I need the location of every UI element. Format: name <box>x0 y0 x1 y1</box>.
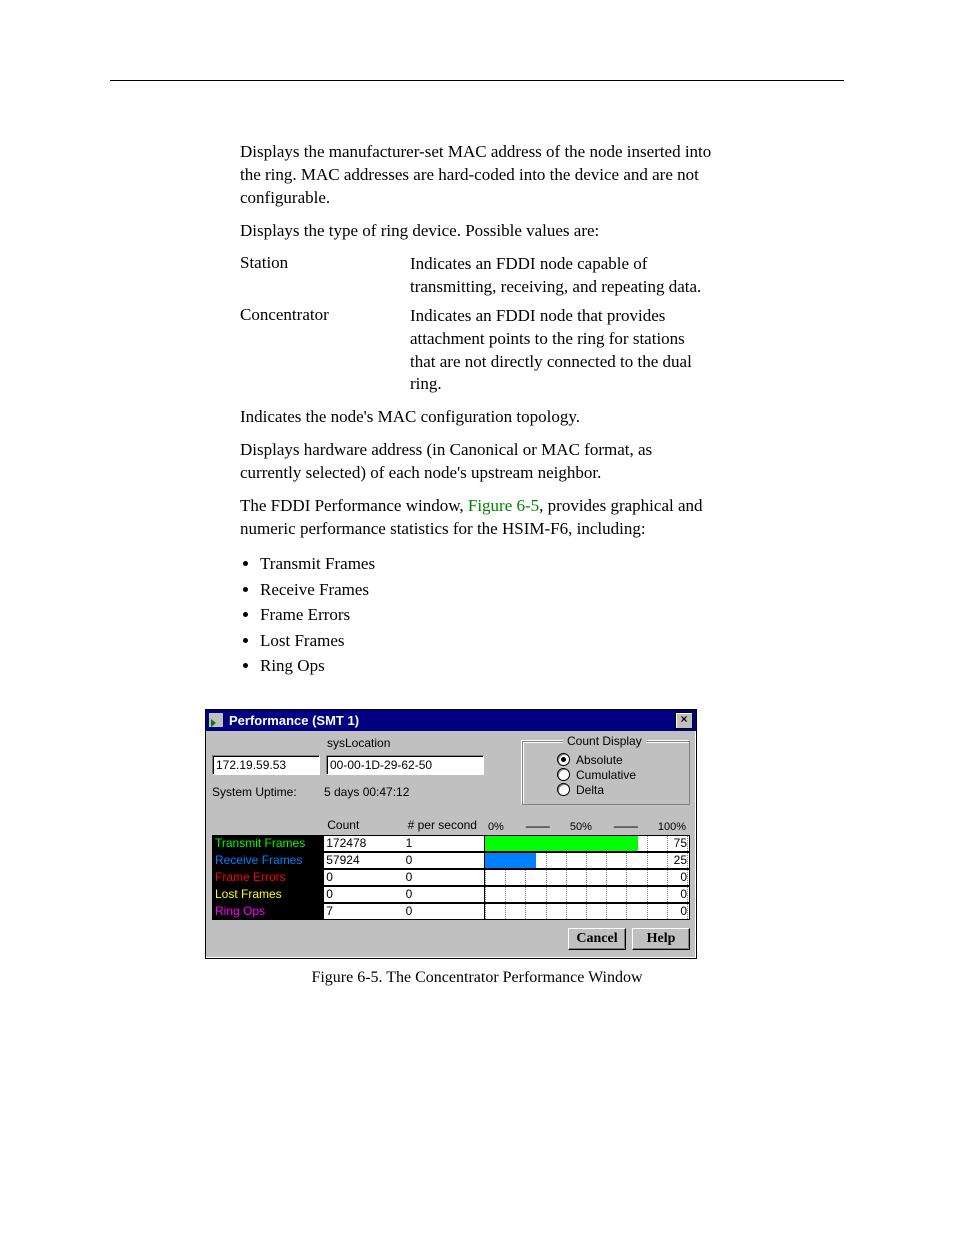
scale-50: 50% <box>570 821 592 833</box>
per-second-value: 1 <box>404 835 484 852</box>
syslocation-label: sysLocation <box>324 735 480 753</box>
table-row: Ring Ops700 <box>212 903 690 920</box>
perf-bullet-list: Transmit Frames Receive Frames Frame Err… <box>260 551 714 679</box>
scale-0: 0% <box>488 821 504 833</box>
bar-value: 25 <box>674 853 687 867</box>
row-label: Lost Frames <box>212 886 323 903</box>
header-rule <box>110 80 844 81</box>
titlebar[interactable]: Performance (SMT 1) × <box>206 710 696 731</box>
bar-chart: 25 <box>484 852 690 869</box>
per-second-value: 0 <box>404 903 484 920</box>
station-term: Station <box>240 253 410 299</box>
per-second-value: 0 <box>404 886 484 903</box>
mac-field[interactable]: 00-00-1D-29-62-50 <box>326 755 484 775</box>
count-value: 0 <box>323 869 403 886</box>
col-per-second: # per second <box>404 815 484 835</box>
radio-label: Cumulative <box>576 768 636 782</box>
per-second-value: 0 <box>404 852 484 869</box>
table-row: Transmit Frames1724781 75 <box>212 835 690 852</box>
row-label: Ring Ops <box>212 903 323 920</box>
row-label: Frame Errors <box>212 869 323 886</box>
bar-value: 0 <box>680 870 687 884</box>
bar-chart: 0 <box>484 869 690 886</box>
radio-icon[interactable] <box>557 768 570 781</box>
concentrator-body: Indicates an FDDI node that provides att… <box>410 305 714 397</box>
upstream-body: Displays hardware address (in Canonical … <box>240 439 714 485</box>
bar-value: 0 <box>680 887 687 901</box>
perf-body-part1: The FDDI Performance window, <box>240 496 468 515</box>
uptime-value: 5 days 00:47:12 <box>324 785 409 799</box>
window-title: Performance (SMT 1) <box>229 713 675 728</box>
topology-body: Indicates the node's MAC configuration t… <box>240 406 714 429</box>
syslocation-blank <box>212 735 318 753</box>
table-row: Lost Frames000 <box>212 886 690 903</box>
cancel-button[interactable]: Cancel <box>568 928 626 950</box>
count-value: 172478 <box>323 835 403 852</box>
list-item: Transmit Frames <box>260 551 714 577</box>
concentrator-term: Concentrator <box>240 305 410 397</box>
count-value: 0 <box>323 886 403 903</box>
performance-window: Performance (SMT 1) × sysLocation 172.19… <box>205 709 697 959</box>
radio-icon[interactable] <box>557 783 570 796</box>
count-display-group: Count Display Absolute Cumulative Delta <box>522 741 690 805</box>
radio-absolute[interactable]: Absolute <box>557 753 679 767</box>
bar-value: 75 <box>674 836 687 850</box>
col-count: Count <box>323 815 403 835</box>
scale-100: 100% <box>658 821 686 833</box>
bar-chart: 75 <box>484 835 690 852</box>
perf-body: The FDDI Performance window, Figure 6-5,… <box>240 495 714 541</box>
row-label: Transmit Frames <box>212 835 323 852</box>
per-second-value: 0 <box>404 869 484 886</box>
station-body: Indicates an FDDI node capable of transm… <box>410 253 714 299</box>
bar-value: 0 <box>680 904 687 918</box>
figure-link[interactable]: Figure 6-5 <box>468 496 539 515</box>
table-row: Frame Errors000 <box>212 869 690 886</box>
list-item: Lost Frames <box>260 628 714 654</box>
count-value: 7 <box>323 903 403 920</box>
radio-icon[interactable] <box>557 753 570 766</box>
uptime-label: System Uptime: <box>212 785 324 799</box>
bar-chart: 0 <box>484 903 690 920</box>
addr-body: Displays the manufacturer-set MAC addres… <box>240 141 714 210</box>
bar-chart: 0 <box>484 886 690 903</box>
radio-cumulative[interactable]: Cumulative <box>557 768 679 782</box>
list-item: Frame Errors <box>260 602 714 628</box>
perf-table: Count # per second 0% -------------- 50%… <box>212 815 690 920</box>
list-item: Receive Frames <box>260 577 714 603</box>
list-item: Ring Ops <box>260 653 714 679</box>
radio-delta[interactable]: Delta <box>557 783 679 797</box>
count-display-label: Count Display <box>563 734 646 748</box>
count-value: 57924 <box>323 852 403 869</box>
radio-label: Absolute <box>576 753 623 767</box>
ip-field[interactable]: 172.19.59.53 <box>212 755 320 775</box>
row-label: Receive Frames <box>212 852 323 869</box>
figure-caption: Figure 6-5. The Concentrator Performance… <box>110 969 844 987</box>
table-row: Receive Frames579240 25 <box>212 852 690 869</box>
help-button[interactable]: Help <box>632 928 690 950</box>
close-icon[interactable]: × <box>675 712 693 729</box>
radio-label: Delta <box>576 783 604 797</box>
node-class-body: Displays the type of ring device. Possib… <box>240 220 714 243</box>
app-icon[interactable] <box>209 713 223 727</box>
